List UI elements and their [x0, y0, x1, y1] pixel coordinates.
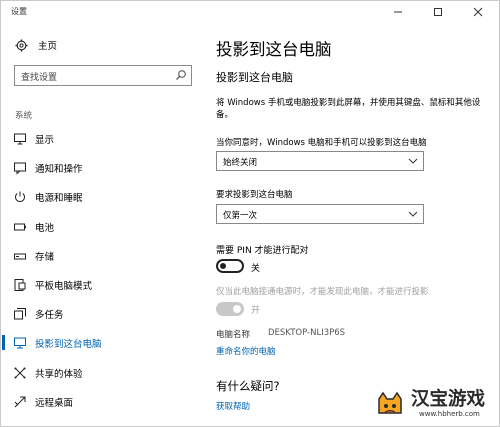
storage-icon	[13, 249, 27, 263]
notification-icon	[13, 161, 27, 175]
agree-dropdown-value: 始终关闭	[223, 158, 258, 168]
home-label: 主页	[38, 41, 58, 52]
sidebar-item-label: 存储	[35, 251, 55, 263]
remote-desktop-icon	[13, 395, 27, 409]
sidebar-item[interactable]: 远程桌面	[1, 387, 201, 416]
window-title: 设置	[11, 7, 27, 16]
watermark-url: www.hbherb.com	[419, 410, 480, 418]
page-title: 投影到这台电脑	[216, 40, 332, 59]
pin-toggle[interactable]	[216, 259, 244, 273]
title-bar: 设置	[1, 1, 499, 23]
request-label: 要求投影到这台电脑	[216, 190, 293, 200]
description-text: 将 Windows 手机或电脑投影到此屏幕，并使用其键盘、鼠标和其他设备。	[216, 98, 481, 120]
sidebar-item-label: 显示	[35, 135, 55, 146]
project-icon	[13, 336, 27, 350]
pin-label: 需要 PIN 才能进行配对	[216, 246, 309, 256]
power-toggle-state: 开	[251, 306, 261, 316]
close-button[interactable]	[461, 1, 495, 23]
chevron-down-icon	[408, 158, 418, 164]
sidebar-item[interactable]: 显示	[1, 124, 201, 153]
home-nav[interactable]: 主页	[15, 38, 57, 52]
sidebar-item[interactable]: 电池	[1, 212, 201, 241]
pc-name-value: DESKTOP-NLI3P6S	[268, 328, 346, 338]
sidebar: 主页 查找设置 系统 显示通知和操作电源和睡眠电池存储平板电脑模式 多任务投影到这…	[1, 23, 201, 427]
gear-icon	[15, 39, 28, 51]
sidebar-item-label: 投影到这台电脑	[35, 339, 102, 351]
rename-pc-link[interactable]: 重命名你的电脑	[216, 345, 276, 357]
watermark-brand: 汉宝游戏	[411, 389, 486, 410]
chevron-down-icon	[408, 211, 418, 217]
sidebar-item-label: 共享的体验	[35, 368, 83, 380]
shared-experience-icon	[13, 366, 27, 380]
power-label: 仅当此电脑接通电源时，才能发现此电脑，才能进行投影	[216, 287, 429, 297]
search-icon	[176, 70, 186, 80]
close-icon	[473, 7, 483, 17]
sidebar-item[interactable]: 通知和操作	[1, 153, 201, 182]
sidebar-item-label: 电源和睡眠	[35, 193, 83, 205]
request-dropdown[interactable]: 仅第一次	[216, 204, 424, 224]
agree-label: 当你同意时，Windows 电脑和手机可以投影到这台电脑	[216, 138, 427, 148]
multitasking-icon	[13, 307, 27, 321]
search-placeholder: 查找设置	[21, 73, 58, 83]
minimize-icon	[394, 11, 402, 13]
pc-name-row: 电脑名称 DESKTOP-NLI3P6S	[216, 328, 345, 340]
tablet-mode-icon	[13, 278, 27, 292]
sidebar-item-label: 电池	[35, 222, 55, 234]
get-help-link[interactable]: 获取帮助	[216, 400, 250, 412]
pin-toggle-state: 关	[251, 264, 261, 274]
active-indicator	[2, 335, 5, 351]
toggle-knob	[233, 305, 241, 313]
sidebar-item[interactable]: 电源和睡眠	[1, 182, 201, 211]
toggle-knob	[220, 263, 226, 269]
sidebar-item-label: 远程桌面	[35, 397, 74, 409]
sidebar-item[interactable]: 多任务	[1, 299, 201, 328]
request-dropdown-value: 仅第一次	[223, 211, 258, 221]
sidebar-item-label: 通知和操作	[35, 164, 83, 176]
watermark-logo-icon	[378, 391, 402, 414]
maximize-icon	[434, 8, 442, 16]
maximize-button[interactable]	[421, 1, 455, 23]
search-input[interactable]: 查找设置	[14, 65, 192, 86]
monitor-icon	[13, 132, 27, 146]
power-icon	[13, 190, 27, 204]
section-subtitle: 投影到这台电脑	[216, 71, 293, 84]
agree-dropdown[interactable]: 始终关闭	[216, 151, 424, 171]
sidebar-item-label: 平板电脑模式	[35, 281, 93, 292]
battery-icon	[13, 220, 27, 234]
minimize-button[interactable]	[381, 1, 415, 23]
pc-name-label: 电脑名称	[216, 330, 251, 340]
sidebar-item-label: 多任务	[35, 310, 64, 322]
sidebar-item[interactable]: 共享的体验	[1, 358, 201, 387]
section-label: 系统	[15, 111, 33, 121]
question-heading: 有什么疑问?	[216, 379, 280, 393]
power-toggle[interactable]	[216, 302, 244, 316]
settings-window: 设置 主页 查找设置 系统 显示 通知和操作 电源和睡眠 电池 存储 平板电脑模…	[0, 0, 500, 427]
sidebar-item[interactable]: 平板电脑模式	[1, 270, 201, 299]
sidebar-item[interactable]: 投影到这台电脑	[1, 328, 201, 357]
watermark: 汉宝游戏 www.hbherb.com	[367, 383, 500, 427]
sidebar-item[interactable]: 存储	[1, 241, 201, 270]
